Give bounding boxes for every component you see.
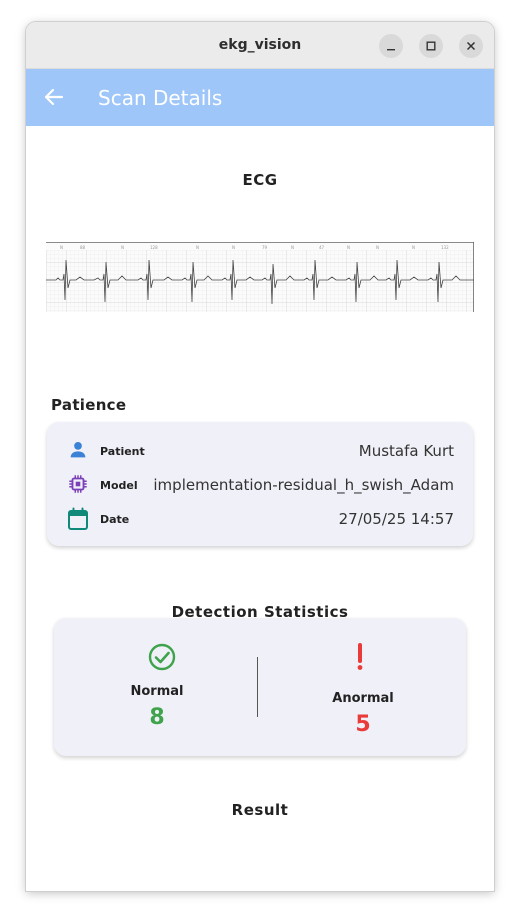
svg-text:N: N (232, 245, 235, 250)
svg-text:128: 128 (150, 245, 158, 250)
date-label: Date (100, 513, 130, 526)
normal-stat: Normal 8 (54, 618, 260, 756)
svg-text:47: 47 (319, 245, 325, 250)
date-row: Date 27/05/25 14:57 (47, 504, 473, 534)
minimize-button[interactable] (379, 34, 403, 58)
title-bar[interactable]: ekg_vision (26, 22, 494, 69)
svg-text:N: N (412, 245, 415, 250)
close-icon (466, 41, 476, 51)
svg-text:N: N (60, 245, 63, 250)
scan-details-content: ECG N 88 N 128 N N 79 N 47 N N N 132 Pat… (26, 126, 494, 891)
stats-divider (257, 657, 258, 717)
anormal-count: 5 (355, 712, 371, 737)
detection-stats-card: Normal 8 Anormal 5 (54, 618, 466, 756)
svg-text:N: N (291, 245, 294, 250)
ecg-title: ECG (242, 171, 278, 189)
minimize-icon (387, 49, 395, 51)
patient-row: Patient Mustafa Kurt (47, 436, 473, 466)
page-title: Scan Details (98, 86, 223, 110)
model-value: implementation-residual_h_swish_Adam (153, 476, 454, 494)
app-window: ekg_vision Scan Details ECG N 88 N 128 N… (26, 22, 494, 891)
normal-label: Normal (130, 684, 184, 699)
svg-text:132: 132 (441, 245, 449, 250)
patient-info-card: Patient Mustafa Kurt Model implementatio… (47, 422, 473, 546)
svg-text:N: N (376, 245, 379, 250)
close-button[interactable] (459, 34, 483, 58)
back-button[interactable] (44, 88, 64, 111)
patient-label: Patient (100, 445, 145, 458)
svg-text:N: N (196, 245, 199, 250)
result-title: Result (231, 801, 289, 819)
maximize-button[interactable] (419, 34, 443, 58)
svg-text:N: N (121, 245, 124, 250)
svg-text:79: 79 (262, 245, 268, 250)
anormal-label: Anormal (332, 691, 394, 706)
calendar-icon (67, 507, 89, 536)
patient-value: Mustafa Kurt (358, 442, 454, 460)
model-label: Model (100, 479, 138, 492)
maximize-icon (426, 41, 436, 51)
app-bar: Scan Details (26, 69, 494, 126)
person-icon (67, 439, 89, 466)
date-value: 27/05/25 14:57 (338, 510, 454, 528)
exclamation-icon (352, 643, 368, 676)
chip-icon (67, 473, 89, 500)
normal-count: 8 (149, 705, 165, 730)
patience-label: Patience (51, 396, 127, 414)
model-row: Model implementation-residual_h_swish_Ad… (47, 470, 473, 500)
svg-text:N: N (347, 245, 350, 250)
svg-text:88: 88 (80, 245, 86, 250)
arrow-left-icon (44, 88, 64, 106)
ecg-strip-image: N 88 N 128 N N 79 N 47 N N N 132 (46, 242, 474, 312)
check-circle-icon (148, 643, 176, 676)
anormal-stat: Anormal 5 (260, 618, 466, 756)
